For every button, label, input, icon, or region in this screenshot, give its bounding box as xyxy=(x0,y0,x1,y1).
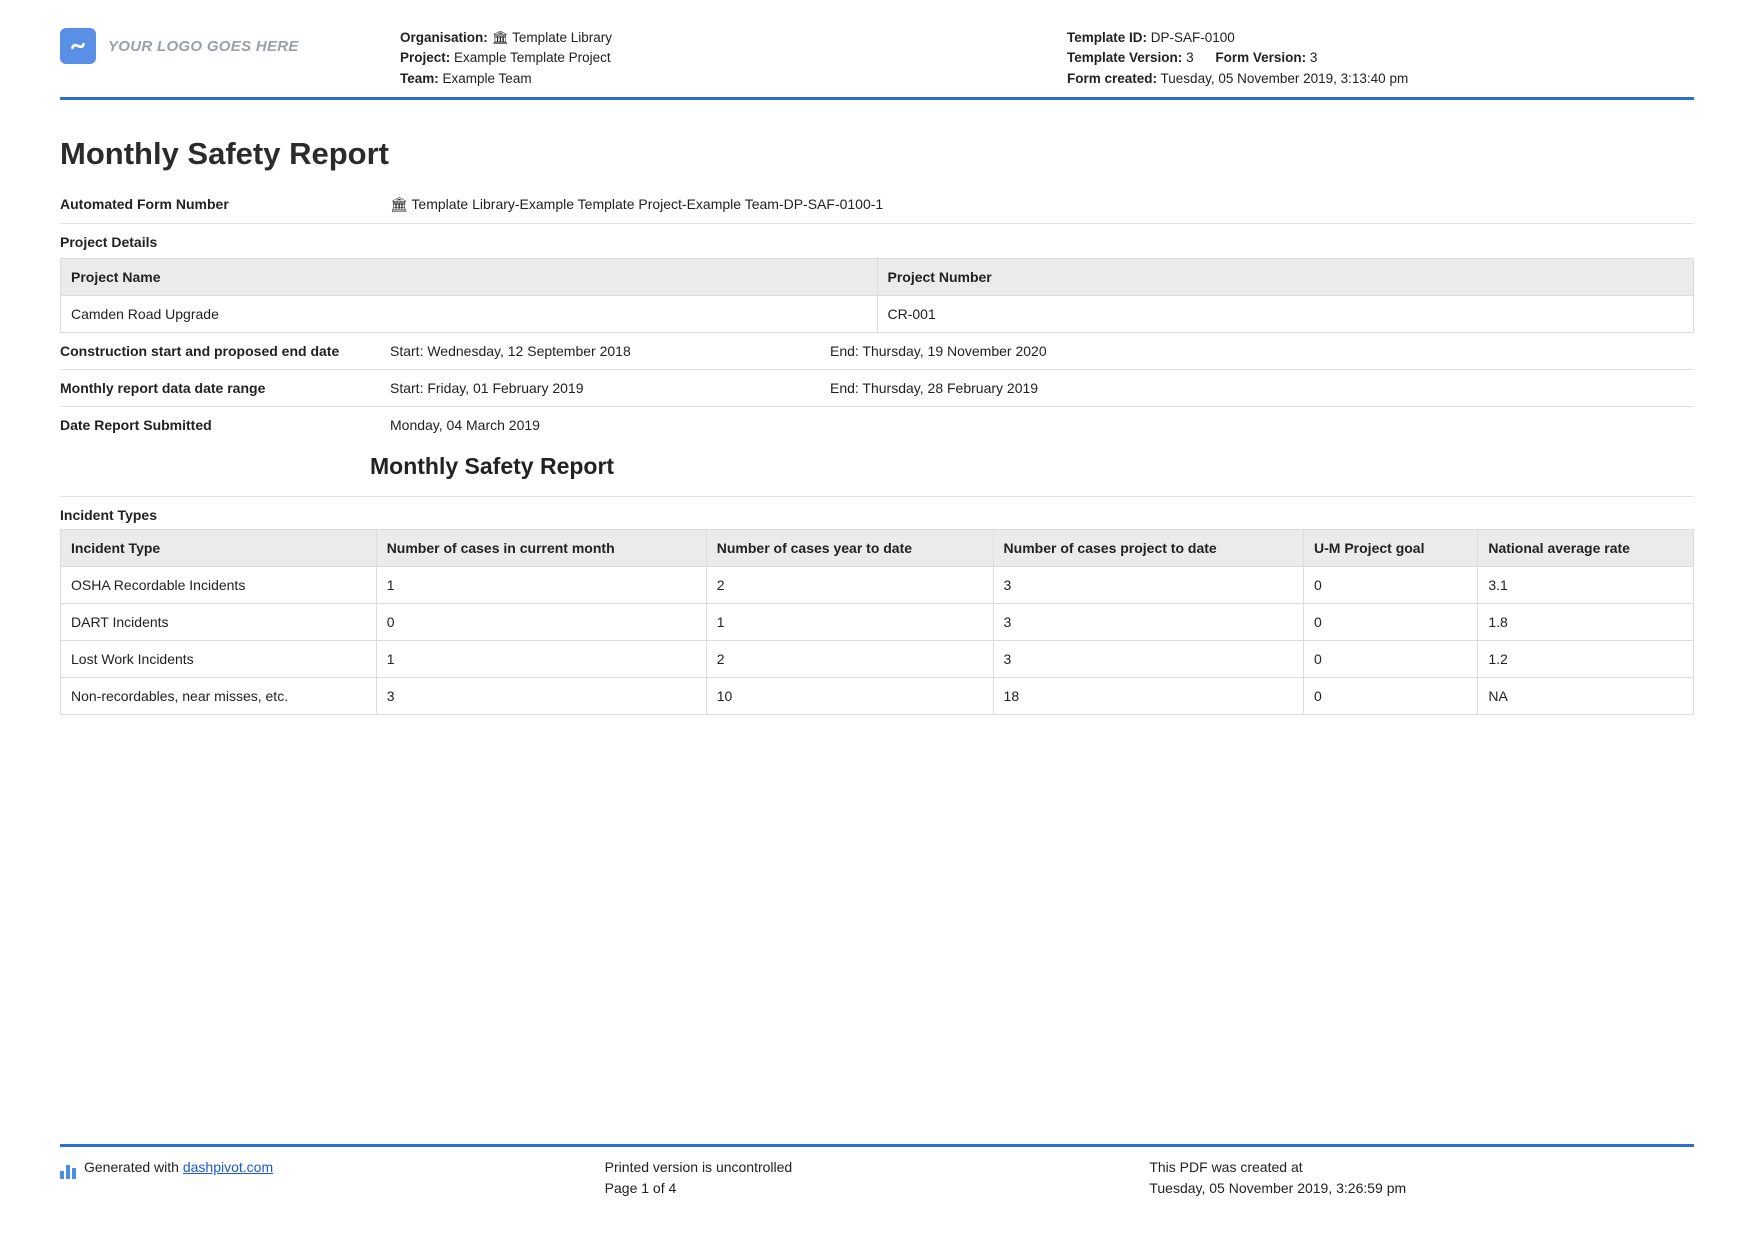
construction-dates-label: Construction start and proposed end date xyxy=(60,343,390,359)
template-id-value: DP-SAF-0100 xyxy=(1151,30,1235,45)
table-cell: 3 xyxy=(376,677,706,714)
document-header: YOUR LOGO GOES HERE Organisation: 🏛 Temp… xyxy=(60,28,1694,100)
col-project-goal: U-M Project goal xyxy=(1304,529,1478,566)
form-number-value: 🏛 Template Library-Example Template Proj… xyxy=(390,196,1694,213)
pdf-created-value: Tuesday, 05 November 2019, 3:26:59 pm xyxy=(1149,1178,1694,1199)
table-cell: OSHA Recordable Incidents xyxy=(61,566,377,603)
table-cell: 1 xyxy=(376,640,706,677)
form-created-value: Tuesday, 05 November 2019, 3:13:40 pm xyxy=(1161,71,1409,86)
generated-with-text: Generated with xyxy=(84,1159,183,1175)
footer-middle: Printed version is uncontrolled Page 1 o… xyxy=(605,1157,1150,1199)
table-cell: 3 xyxy=(993,640,1303,677)
project-name-value: Camden Road Upgrade xyxy=(61,295,878,332)
table-cell: 1.8 xyxy=(1478,603,1694,640)
col-project-to-date: Number of cases project to date xyxy=(993,529,1303,566)
col-national-avg: National average rate xyxy=(1478,529,1694,566)
template-version-value: 3 xyxy=(1186,50,1194,65)
col-current-month: Number of cases in current month xyxy=(376,529,706,566)
form-version-value: 3 xyxy=(1310,50,1318,65)
team-label: Team: xyxy=(400,71,439,86)
table-row: DART Incidents01301.8 xyxy=(61,603,1694,640)
form-number-label: Automated Form Number xyxy=(60,196,390,212)
construction-dates-row: Construction start and proposed end date… xyxy=(60,333,1694,370)
col-incident-type: Incident Type xyxy=(61,529,377,566)
logo-block: YOUR LOGO GOES HERE xyxy=(60,28,360,64)
table-cell: 3 xyxy=(993,603,1303,640)
project-label: Project: xyxy=(400,50,450,65)
table-cell: 0 xyxy=(1304,677,1478,714)
logo-icon xyxy=(60,28,96,64)
footer-right: This PDF was created at Tuesday, 05 Nove… xyxy=(1149,1157,1694,1199)
template-version-label: Template Version: xyxy=(1067,50,1182,65)
table-cell: 1 xyxy=(706,603,993,640)
org-label: Organisation: xyxy=(400,30,488,45)
table-cell: 10 xyxy=(706,677,993,714)
report-range-start: Start: Friday, 01 February 2019 xyxy=(390,380,830,396)
table-row: Lost Work Incidents12301.2 xyxy=(61,640,1694,677)
header-meta-left: Organisation: 🏛 Template Library Project… xyxy=(400,28,1027,89)
table-cell: 3 xyxy=(993,566,1303,603)
project-details-table: Project Name Project Number Camden Road … xyxy=(60,258,1694,333)
incident-types-table: Incident Type Number of cases in current… xyxy=(60,529,1694,715)
table-cell: 0 xyxy=(376,603,706,640)
table-row: OSHA Recordable Incidents12303.1 xyxy=(61,566,1694,603)
table-cell: Lost Work Incidents xyxy=(61,640,377,677)
table-cell: 3.1 xyxy=(1478,566,1694,603)
table-row: Non-recordables, near misses, etc.310180… xyxy=(61,677,1694,714)
project-number-value: CR-001 xyxy=(877,295,1694,332)
form-created-label: Form created: xyxy=(1067,71,1157,86)
table-cell: 18 xyxy=(993,677,1303,714)
table-cell: 2 xyxy=(706,640,993,677)
table-cell: 0 xyxy=(1304,640,1478,677)
template-id-label: Template ID: xyxy=(1067,30,1147,45)
incident-types-header: Incident Types xyxy=(60,497,1694,529)
construction-end: End: Thursday, 19 November 2020 xyxy=(830,343,1694,359)
table-cell: 0 xyxy=(1304,566,1478,603)
date-submitted-row: Date Report Submitted Monday, 04 March 2… xyxy=(60,407,1694,443)
table-cell: 1 xyxy=(376,566,706,603)
uncontrolled-text: Printed version is uncontrolled xyxy=(605,1157,1150,1178)
report-range-label: Monthly report data date range xyxy=(60,380,390,396)
page-title: Monthly Safety Report xyxy=(60,136,1694,172)
org-value: 🏛 Template Library xyxy=(492,30,612,45)
form-number-row: Automated Form Number 🏛 Template Library… xyxy=(60,186,1694,224)
date-submitted-value: Monday, 04 March 2019 xyxy=(390,417,1694,433)
team-value: Example Team xyxy=(443,71,532,86)
project-details-header: Project Details xyxy=(60,224,1694,256)
table-cell: 2 xyxy=(706,566,993,603)
form-version-label: Form Version: xyxy=(1215,50,1306,65)
table-cell: Non-recordables, near misses, etc. xyxy=(61,677,377,714)
dashpivot-link[interactable]: dashpivot.com xyxy=(183,1159,273,1175)
project-name-header: Project Name xyxy=(61,258,878,295)
project-number-header: Project Number xyxy=(877,258,1694,295)
page-number: Page 1 of 4 xyxy=(605,1178,1150,1199)
table-cell: NA xyxy=(1478,677,1694,714)
section-subtitle: Monthly Safety Report xyxy=(60,453,1694,480)
incident-types-section: Incident Types Incident Type Number of c… xyxy=(60,496,1694,715)
table-cell: 1.2 xyxy=(1478,640,1694,677)
chart-bars-icon xyxy=(60,1158,78,1174)
logo-placeholder-text: YOUR LOGO GOES HERE xyxy=(108,38,299,55)
header-meta-right: Template ID: DP-SAF-0100 Template Versio… xyxy=(1067,28,1694,89)
table-header-row: Incident Type Number of cases in current… xyxy=(61,529,1694,566)
date-submitted-label: Date Report Submitted xyxy=(60,417,390,433)
report-range-row: Monthly report data date range Start: Fr… xyxy=(60,370,1694,407)
page: YOUR LOGO GOES HERE Organisation: 🏛 Temp… xyxy=(0,0,1754,1239)
project-value: Example Template Project xyxy=(454,50,611,65)
table-cell: DART Incidents xyxy=(61,603,377,640)
table-cell: 0 xyxy=(1304,603,1478,640)
construction-start: Start: Wednesday, 12 September 2018 xyxy=(390,343,830,359)
pdf-created-label: This PDF was created at xyxy=(1149,1157,1694,1178)
col-year-to-date: Number of cases year to date xyxy=(706,529,993,566)
footer-left: Generated with dashpivot.com xyxy=(60,1157,605,1199)
report-range-end: End: Thursday, 28 February 2019 xyxy=(830,380,1694,396)
document-footer: Generated with dashpivot.com Printed ver… xyxy=(60,1144,1694,1199)
